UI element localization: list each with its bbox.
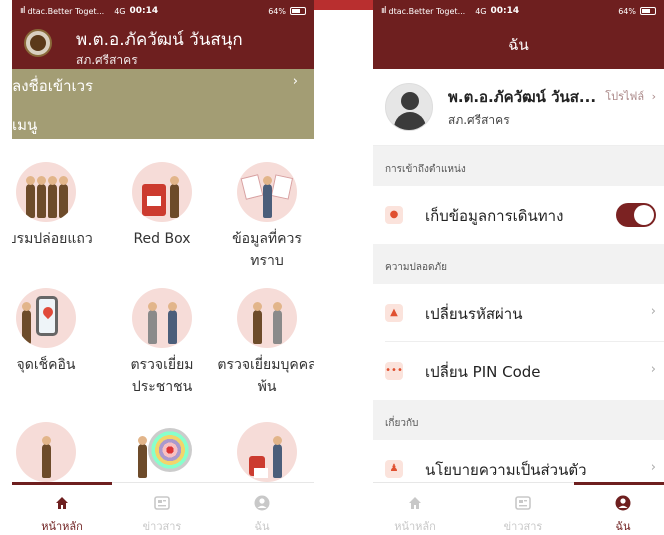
checkin-button[interactable]: ลงชื่อเข้าเวร [12, 74, 93, 98]
menu-grid: อบรมปล่อยแถว Red Box ข้อมูลที่ควรทราบ จุ… [12, 139, 314, 482]
profile-link[interactable]: โปรไฟล์ › [605, 87, 656, 105]
status-bar: ııl dtac.Better Toget... 4G 00:14 64% [12, 0, 314, 22]
setting-row-change-password[interactable]: ▲ เปลี่ยนรหัสผ่าน › [373, 284, 664, 342]
carrier-name: dtac.Better Toget... [27, 6, 105, 16]
police-lineup-icon [16, 162, 76, 222]
bottom-tab-bar: หน้าหลัก ข่าวสาร ฉัน [373, 482, 664, 535]
red-box-icon [132, 162, 192, 222]
home-header: พ.ต.อ.ภัควัฒน์ วันสนุก สภ.ศรีสาคร [12, 22, 314, 69]
visit-citizen-icon [132, 288, 192, 348]
information-icon [237, 162, 297, 222]
active-tab-indicator [12, 482, 112, 485]
newspaper-icon [515, 496, 531, 510]
officer-desk-icon [16, 422, 76, 482]
tab-me[interactable]: ฉัน [232, 495, 292, 535]
profile-station: สภ.ศรีสาคร [448, 113, 510, 127]
menu-tile-officer-desk[interactable] [12, 422, 96, 482]
visit-released-person-icon [237, 288, 297, 348]
section-about: เกี่ยวกับ [373, 400, 664, 440]
section-location: การเข้าถึงตำแหน่ง [373, 146, 664, 186]
location-pin-icon: ● [385, 206, 403, 224]
profile-link-label: โปรไฟล์ [605, 90, 645, 103]
menu-tile-label: Red Box [133, 231, 191, 247]
status-bar: ııl dtac.Better Toget... 4G 00:14 64% [373, 0, 664, 22]
officer-name: พ.ต.อ.ภัควัฒน์ วันสนุก [76, 30, 243, 50]
setting-label: เปลี่ยนรหัสผ่าน [425, 305, 523, 323]
pin-dots-icon: ••• [385, 362, 403, 380]
menu-tile-visit-released[interactable]: ตรวจเยี่ยมบุคคลพ้น [217, 288, 314, 398]
chevron-right-icon: › [650, 304, 656, 319]
house-icon [56, 497, 68, 509]
menu-tile-information[interactable]: ข้อมูลที่ควรทราบ [217, 162, 314, 272]
menu-tile-label: ข้อมูลที่ควรทราบ [232, 231, 302, 269]
bottom-tab-bar: หน้าหลัก ข่าวสาร ฉัน [12, 482, 314, 535]
menu-tile-visit-citizen[interactable]: ตรวจเยี่ยมประชาชน [112, 288, 212, 398]
officer-equipment-icon [237, 422, 297, 482]
profile-screen: ııl dtac.Better Toget... 4G 00:14 64% ฉั… [373, 0, 664, 535]
menu-tile-label: ตรวจเยี่ยมบุคคลพ้น [217, 357, 314, 395]
menu-tile-label: ตรวจเยี่ยมประชาชน [130, 357, 194, 395]
user-circle-icon [615, 495, 631, 511]
setting-label: นโยบายความเป็นส่วนตัว [425, 461, 587, 479]
battery-icon [290, 7, 306, 15]
battery-icon [640, 7, 656, 15]
home-screen: ııl dtac.Better Toget... 4G 00:14 64% พ.… [12, 0, 314, 535]
menu-heading: เมนู [12, 116, 38, 134]
menu-tile-label: อบรมปล่อยแถว [12, 231, 93, 247]
menu-tile-red-box[interactable]: Red Box [112, 162, 212, 250]
tab-label: ฉัน [615, 520, 631, 533]
tab-label: หน้าหลัก [394, 520, 436, 533]
signal-icon: ııl [20, 6, 25, 16]
tab-news[interactable]: ข่าวสาร [132, 495, 192, 535]
chevron-right-icon: › [650, 362, 656, 377]
newspaper-icon [154, 496, 170, 510]
chevron-right-icon[interactable]: › [293, 74, 298, 89]
profile-card[interactable]: พ.ต.อ.ภัควัฒน์ วันส... สภ.ศรีสาคร โปรไฟล… [373, 69, 664, 146]
tab-label: ฉัน [254, 520, 270, 533]
tab-label: ข่าวสาร [503, 520, 543, 533]
officer-station: สภ.ศรีสาคร [76, 53, 138, 67]
status-time: 00:14 [490, 6, 520, 16]
user-circle-icon [254, 495, 270, 511]
tab-me[interactable]: ฉัน [593, 495, 653, 535]
target-icon [132, 422, 192, 482]
menu-tile-checkin-point[interactable]: จุดเช็คอิน [12, 288, 96, 376]
network-type: 4G [114, 6, 126, 16]
chevron-right-icon: › [651, 90, 656, 103]
setting-label: เก็บข้อมูลการเดินทาง [425, 207, 564, 225]
setting-label: เปลี่ยน PIN Code [425, 363, 541, 381]
checkin-map-icon [16, 288, 76, 348]
carrier-name: dtac.Better Toget... [388, 6, 466, 16]
tab-home[interactable]: หน้าหลัก [32, 495, 92, 535]
privacy-user-lock-icon: ♟ [385, 460, 403, 478]
travel-tracking-toggle[interactable] [616, 203, 656, 227]
house-icon [409, 497, 421, 509]
tab-news[interactable]: ข่าวสาร [493, 495, 553, 535]
tab-label: ข่าวสาร [142, 520, 182, 533]
setting-row-change-pin[interactable]: ••• เปลี่ยน PIN Code › [373, 342, 664, 400]
active-tab-indicator [574, 482, 664, 485]
checkin-bar: ลงชื่อเข้าเวร › เมนู [12, 69, 314, 139]
battery-percent: 64% [268, 6, 286, 16]
setting-row-travel-tracking[interactable]: ● เก็บข้อมูลการเดินทาง [373, 186, 664, 244]
tab-label: หน้าหลัก [41, 520, 83, 533]
menu-tile-target[interactable] [112, 422, 212, 482]
lock-icon: ▲ [385, 304, 403, 322]
police-emblem-icon [24, 29, 52, 57]
page-title: ฉัน [373, 22, 664, 69]
chevron-right-icon: › [650, 460, 656, 475]
signal-icon: ııl [381, 6, 386, 16]
section-security: ความปลอดภัย [373, 244, 664, 284]
screenshot-stage: ııl dtac.Better Toget... 4G 00:14 64% พ.… [0, 0, 664, 535]
menu-tile-label: จุดเช็คอิน [16, 357, 76, 373]
profile-name: พ.ต.อ.ภัควัฒน์ วันส... [448, 88, 597, 106]
avatar [385, 83, 433, 131]
menu-tile-officer-equipment[interactable] [217, 422, 314, 482]
network-type: 4G [475, 6, 487, 16]
battery-percent: 64% [618, 6, 636, 16]
menu-tile-training[interactable]: อบรมปล่อยแถว [12, 162, 96, 250]
tab-home[interactable]: หน้าหลัก [385, 495, 445, 535]
status-time: 00:14 [129, 6, 159, 16]
